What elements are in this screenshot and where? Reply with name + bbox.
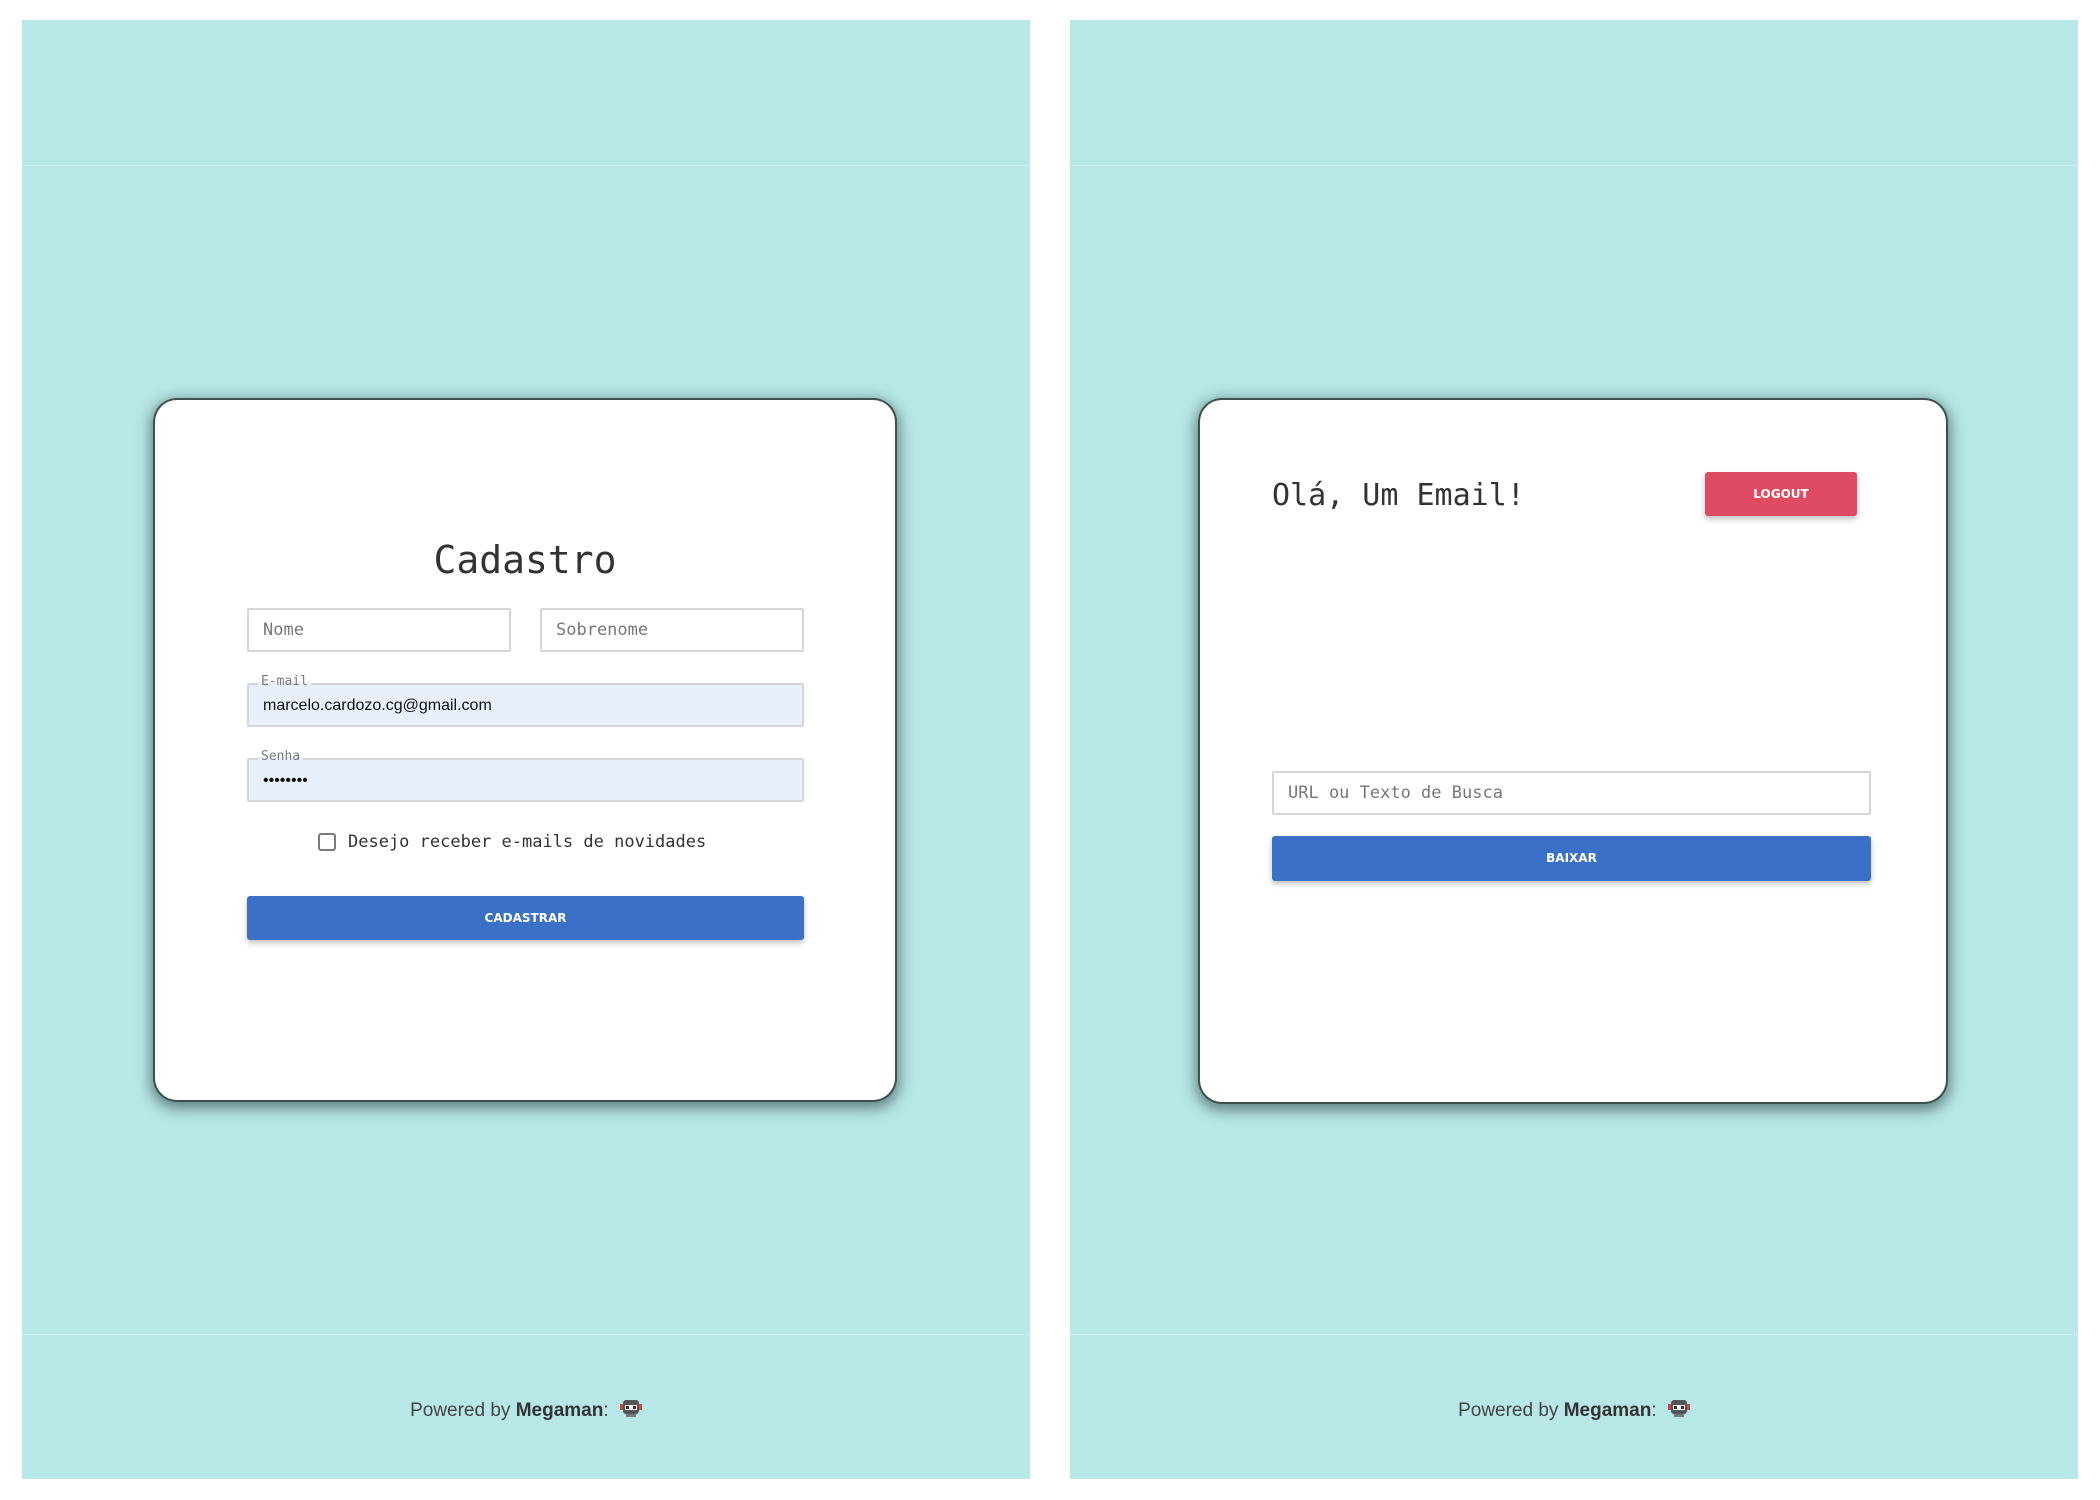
megaman-robot-icon: [619, 1398, 642, 1424]
megaman-robot-icon: [1667, 1398, 1690, 1424]
footer-divider: [1070, 1334, 2078, 1335]
logout-button[interactable]: LOGOUT: [1705, 472, 1857, 516]
register-button[interactable]: CADASTRAR: [247, 896, 804, 940]
last-name-placeholder: Sobrenome: [556, 620, 649, 640]
search-input[interactable]: URL ou Texto de Busca: [1272, 771, 1871, 815]
footer-prefix: Powered by: [410, 1400, 511, 1422]
page-title: Cadastro: [433, 538, 617, 582]
newsletter-checkbox[interactable]: [318, 833, 336, 851]
footer-prefix: Powered by: [1458, 1400, 1559, 1422]
password-value: ••••••••: [263, 772, 308, 789]
footer-suffix: :: [1651, 1400, 1657, 1422]
greeting: Olá, Um Email!: [1272, 478, 1525, 513]
header-divider: [22, 165, 1030, 166]
signup-card: Cadastro Nome Sobrenome marcelo.cardozo.…: [155, 400, 895, 1100]
footer: Powered by Megaman:: [22, 1398, 1030, 1424]
first-name-placeholder: Nome: [263, 620, 304, 640]
footer-suffix: :: [603, 1400, 609, 1422]
password-field[interactable]: ••••••••: [247, 758, 804, 802]
newsletter-label: Desejo receber e-mails de novidades: [348, 832, 707, 852]
signup-screen: Cadastro Nome Sobrenome marcelo.cardozo.…: [22, 20, 1030, 1479]
download-button[interactable]: BAIXAR: [1272, 836, 1871, 881]
newsletter-option[interactable]: Desejo receber e-mails de novidades: [318, 832, 706, 852]
footer-brand: Megaman: [515, 1400, 604, 1422]
footer-brand: Megaman: [1563, 1400, 1652, 1422]
email-label: E-mail: [258, 675, 311, 689]
last-name-field[interactable]: Sobrenome: [540, 608, 804, 652]
search-placeholder: URL ou Texto de Busca: [1288, 783, 1503, 803]
password-label: Senha: [258, 750, 304, 764]
header-divider: [1070, 165, 2078, 166]
footer-divider: [22, 1334, 1030, 1335]
download-card: Olá, Um Email! LOGOUT URL ou Texto de Bu…: [1200, 400, 1946, 1102]
email-field[interactable]: marcelo.cardozo.cg@gmail.com: [247, 683, 804, 727]
footer: Powered by Megaman:: [1070, 1398, 2078, 1424]
email-value: marcelo.cardozo.cg@gmail.com: [263, 697, 492, 714]
download-screen: Olá, Um Email! LOGOUT URL ou Texto de Bu…: [1070, 20, 2078, 1479]
first-name-field[interactable]: Nome: [247, 608, 511, 652]
